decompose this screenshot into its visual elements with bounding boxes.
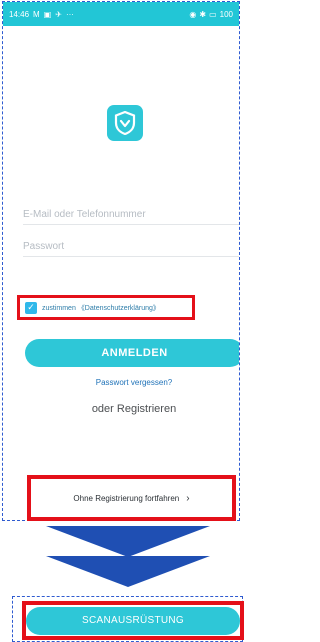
battery-level: 100 — [219, 9, 233, 19]
status-bar: 14:46 M ▣ ✈ ··· ◉ ✱ ▭ 100 — [3, 2, 239, 26]
consent-label: zustimmen 《Datenschutzerklärung》 — [42, 303, 160, 313]
scan-button-highlight: SCANAUSRÜSTUNG — [22, 601, 244, 640]
privacy-consent: ✓ zustimmen 《Datenschutzerklärung》 — [17, 295, 195, 320]
notification-icon: ✈ — [55, 9, 62, 19]
down-arrow-icon — [46, 526, 210, 587]
message-icon: ▣ — [43, 9, 52, 19]
continue-label: Ohne Registrierung fortfahren — [73, 493, 180, 503]
forgot-password-link[interactable]: Passwort vergessen? — [3, 378, 239, 387]
password-placeholder: Passwort — [23, 240, 65, 252]
register-link[interactable]: oder Registrieren — [3, 403, 239, 415]
shield-icon — [107, 105, 143, 141]
wifi-icon: ◉ — [189, 9, 197, 19]
consent-checkbox[interactable]: ✓ — [25, 301, 37, 314]
bluetooth-icon: ✱ — [199, 9, 207, 19]
status-time: 14:46 — [9, 9, 30, 19]
privacy-policy-link[interactable]: 《Datenschutzerklärung》 — [78, 305, 160, 312]
email-placeholder: E-Mail oder Telefonnummer — [23, 208, 146, 220]
email-field[interactable]: E-Mail oder Telefonnummer — [23, 204, 239, 225]
scan-equipment-button[interactable]: SCANAUSRÜSTUNG — [26, 606, 240, 635]
status-more: ··· — [65, 9, 74, 19]
battery-icon: ▭ — [209, 9, 217, 19]
chevron-right-icon: › — [186, 492, 190, 504]
status-indicators: M — [33, 9, 40, 19]
login-button[interactable]: ANMELDEN — [25, 339, 239, 367]
continue-without-registration-button[interactable]: Ohne Registrierung fortfahren › — [27, 475, 236, 521]
consent-text: zustimmen — [42, 304, 76, 312]
password-field[interactable]: Passwort — [23, 236, 239, 257]
app-screen: 14:46 M ▣ ✈ ··· ◉ ✱ ▭ 100 E-Mail oder Te… — [2, 1, 240, 521]
